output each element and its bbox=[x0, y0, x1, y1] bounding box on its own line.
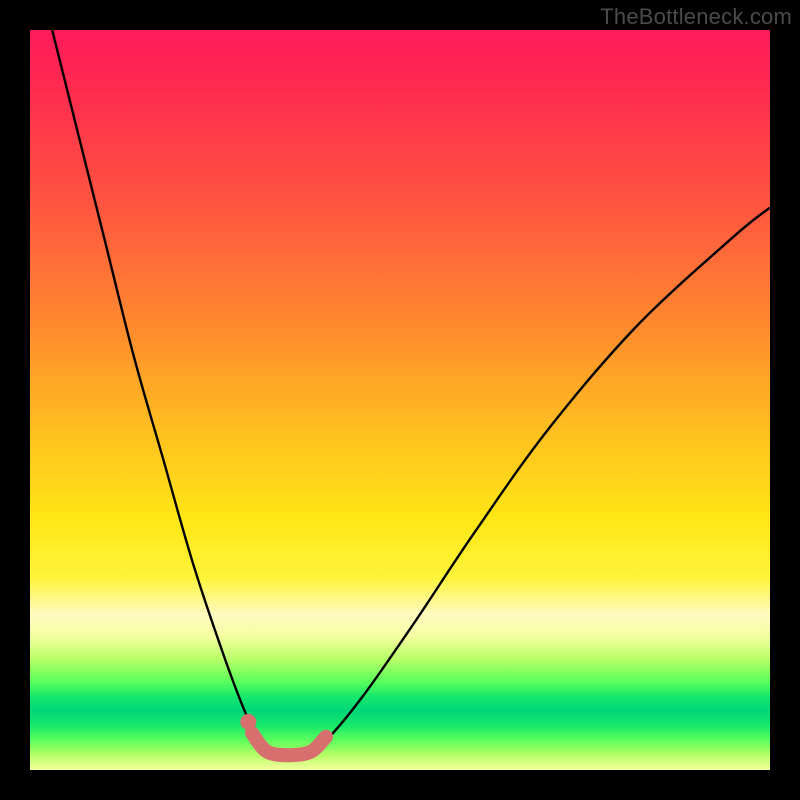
chart-frame: TheBottleneck.com bbox=[0, 0, 800, 800]
watermark-text: TheBottleneck.com bbox=[600, 4, 792, 30]
flat-bottom-path bbox=[252, 733, 326, 755]
flat-bottom-dot bbox=[240, 714, 256, 730]
plot-area bbox=[30, 30, 770, 770]
curve-svg bbox=[30, 30, 770, 770]
bottleneck-curve-path bbox=[52, 30, 770, 757]
